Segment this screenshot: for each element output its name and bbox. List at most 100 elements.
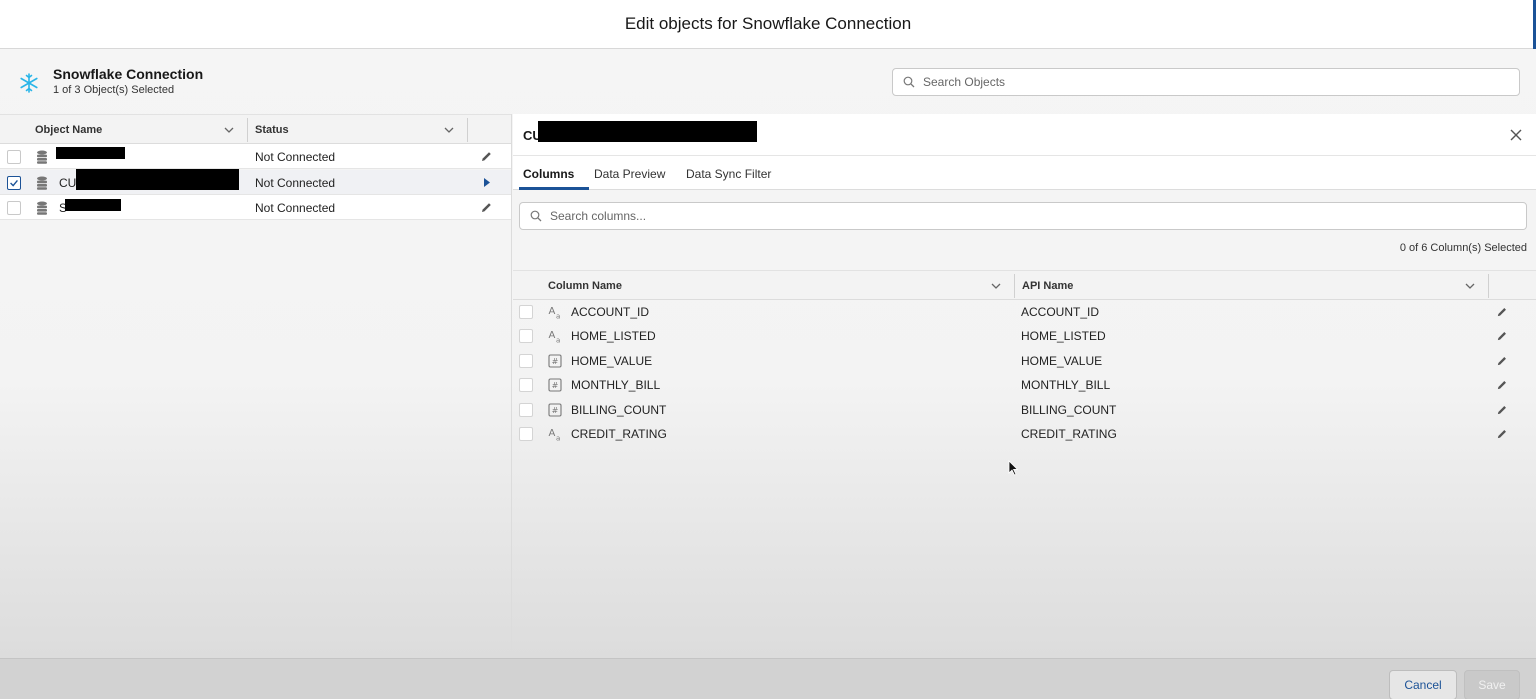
column-name: HOME_VALUE	[571, 354, 653, 368]
column-row[interactable]: Aa CREDIT_RATING CREDIT_RATING	[513, 422, 1536, 446]
header-object-name[interactable]: Object Name	[35, 124, 102, 136]
api-name: BILLING_COUNT	[1021, 403, 1117, 417]
save-button[interactable]: Save	[1464, 670, 1520, 699]
column-row[interactable]: # HOME_VALUE HOME_VALUE	[513, 349, 1536, 373]
svg-text:a: a	[556, 435, 560, 442]
column-name: MONTHLY_BILL	[571, 378, 661, 392]
pencil-icon[interactable]	[1496, 428, 1508, 440]
objects-selected-count: 1 of 3 Object(s) Selected	[53, 84, 175, 96]
row-checkbox[interactable]	[519, 427, 533, 441]
object-status: Not Connected	[255, 176, 336, 190]
svg-text:A: A	[549, 306, 556, 317]
number-type-icon: #	[548, 378, 562, 392]
pencil-icon[interactable]	[1496, 306, 1508, 318]
svg-text:#: #	[552, 406, 559, 415]
api-name: HOME_VALUE	[1021, 354, 1103, 368]
column-row[interactable]: # MONTHLY_BILL MONTHLY_BILL	[513, 373, 1536, 397]
objects-panel: Object Name Status Not Connected CU Not …	[0, 114, 512, 658]
svg-text:#: #	[552, 381, 559, 390]
object-name: CU	[59, 176, 77, 190]
svg-text:#: #	[552, 357, 559, 366]
tab-columns[interactable]: Columns	[523, 167, 574, 181]
modal-title: Edit objects for Snowflake Connection	[624, 14, 912, 33]
chevron-down-icon[interactable]	[444, 125, 454, 135]
column-divider[interactable]	[1014, 274, 1015, 298]
pencil-icon[interactable]	[1496, 355, 1508, 367]
number-type-icon: #	[548, 354, 562, 368]
mouse-cursor-icon	[1008, 460, 1018, 476]
svg-text:a: a	[556, 313, 560, 320]
search-icon	[530, 210, 542, 222]
redaction-bar	[56, 147, 125, 159]
api-name: HOME_LISTED	[1021, 329, 1106, 343]
checkmark-icon	[10, 179, 18, 187]
tab-data-sync-filter[interactable]: Data Sync Filter	[686, 167, 771, 181]
row-checkbox[interactable]	[7, 201, 21, 215]
caret-right-icon[interactable]	[480, 176, 493, 189]
header-status[interactable]: Status	[255, 124, 289, 136]
tab-data-preview[interactable]: Data Preview	[594, 167, 665, 181]
row-checkbox[interactable]	[7, 176, 21, 190]
text-type-icon: Aa	[549, 428, 561, 442]
column-row[interactable]: Aa HOME_LISTED HOME_LISTED	[513, 324, 1536, 348]
chevron-down-icon[interactable]	[224, 125, 234, 135]
search-icon	[903, 76, 915, 88]
column-name: CREDIT_RATING	[571, 427, 667, 441]
column-name: BILLING_COUNT	[571, 403, 667, 417]
chevron-down-icon[interactable]	[1465, 281, 1475, 291]
active-tab-indicator	[519, 187, 589, 190]
chevron-down-icon[interactable]	[991, 281, 1001, 291]
pencil-icon[interactable]	[480, 150, 493, 163]
row-checkbox[interactable]	[519, 378, 533, 392]
column-divider[interactable]	[247, 118, 248, 142]
pencil-icon[interactable]	[1496, 379, 1508, 391]
database-icon	[37, 150, 47, 164]
column-divider[interactable]	[467, 118, 468, 142]
row-checkbox[interactable]	[519, 329, 533, 343]
header-api-name[interactable]: API Name	[1022, 280, 1073, 292]
database-icon	[37, 201, 47, 215]
column-name: HOME_LISTED	[571, 329, 656, 343]
text-type-icon: Aa	[549, 306, 561, 320]
connection-name: Snowflake Connection	[53, 66, 204, 82]
modal-header: Edit objects for Snowflake Connection	[0, 0, 1536, 49]
pencil-icon[interactable]	[1496, 404, 1508, 416]
pencil-icon[interactable]	[1496, 330, 1508, 342]
snowflake-icon	[20, 73, 38, 93]
search-columns-box[interactable]	[519, 202, 1527, 230]
redaction-bar	[538, 121, 757, 142]
search-columns-input[interactable]	[550, 209, 1447, 223]
redaction-bar	[65, 199, 121, 211]
svg-text:a: a	[556, 337, 560, 344]
column-row[interactable]: Aa ACCOUNT_ID ACCOUNT_ID	[513, 300, 1536, 324]
api-name: MONTHLY_BILL	[1021, 378, 1111, 392]
column-divider[interactable]	[1488, 274, 1489, 298]
columns-table-header: Column Name API Name	[513, 270, 1536, 300]
detail-header: CU	[513, 114, 1536, 156]
column-row[interactable]: # BILLING_COUNT BILLING_COUNT	[513, 398, 1536, 422]
header-column-name[interactable]: Column Name	[548, 280, 622, 292]
cancel-button[interactable]: Cancel	[1389, 670, 1457, 699]
pencil-icon[interactable]	[480, 201, 493, 214]
columns-selected-count: 0 of 6 Column(s) Selected	[1399, 242, 1527, 254]
object-row[interactable]: CU Not Connected	[0, 169, 511, 195]
row-checkbox[interactable]	[7, 150, 21, 164]
row-checkbox[interactable]	[519, 354, 533, 368]
object-status: Not Connected	[255, 150, 336, 164]
close-icon[interactable]	[1510, 129, 1522, 141]
search-objects-input[interactable]	[923, 75, 1478, 89]
number-type-icon: #	[548, 403, 562, 417]
database-icon	[37, 176, 47, 190]
text-type-icon: Aa	[549, 330, 561, 344]
search-objects-box[interactable]	[892, 68, 1520, 96]
column-name: ACCOUNT_ID	[571, 305, 650, 319]
object-row[interactable]: Not Connected	[0, 144, 511, 169]
row-checkbox[interactable]	[519, 305, 533, 319]
object-detail-panel: CU Columns Data Preview Data Sync Filter…	[513, 114, 1536, 658]
row-checkbox[interactable]	[519, 403, 533, 417]
object-row[interactable]: S Not Connected	[0, 195, 511, 220]
svg-text:A: A	[549, 330, 556, 341]
objects-table-header: Object Name Status	[0, 114, 511, 144]
svg-text:A: A	[549, 428, 556, 439]
modal-footer: Cancel Save	[0, 658, 1536, 699]
